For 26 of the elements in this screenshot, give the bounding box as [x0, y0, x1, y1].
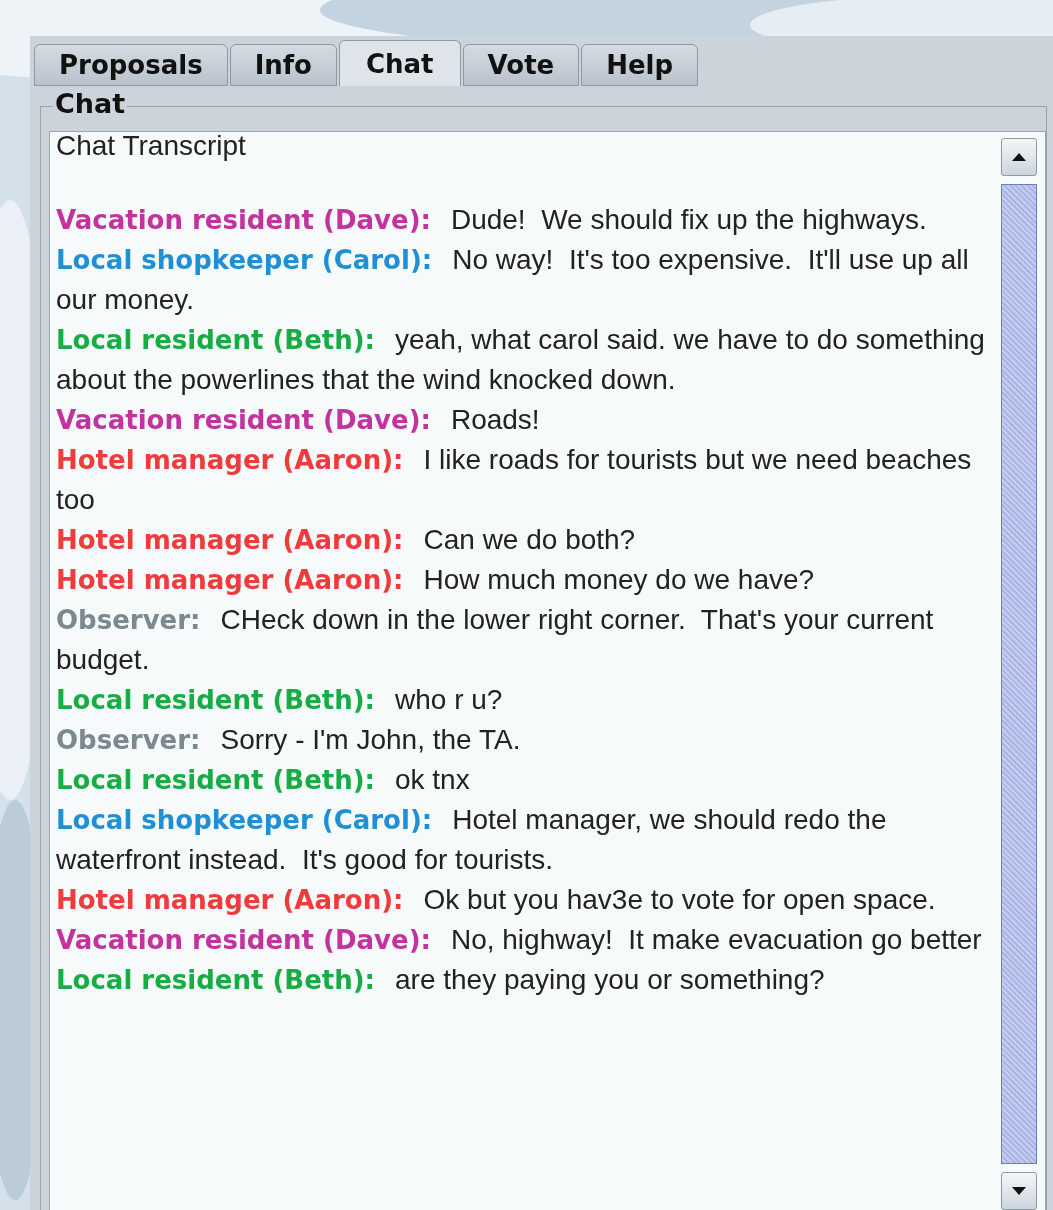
chat-message: Hotel manager (Aaron): Can we do both?: [56, 523, 637, 557]
chat-message: Local resident (Beth): who r u?: [56, 683, 504, 717]
scroll-thumb[interactable]: [1001, 184, 1037, 1164]
chat-message: Local shopkeeper (Carol): Hotel manager, we should redo the waterfront instead. It's good for tourists.: [56, 803, 888, 877]
chat-message: Hotel manager (Aaron): How much money do we have?: [56, 563, 816, 597]
chat-message: Hotel manager (Aaron): I like roads for tourists but we need beaches too: [56, 443, 973, 517]
chat-message: Vacation resident (Dave): No, highway! It make evacuation go better: [56, 923, 983, 957]
tab[interactable]: Help: [581, 44, 699, 86]
tab[interactable]: Proposals: [34, 44, 228, 86]
chat-message: Local resident (Beth): are they paying you or something?: [56, 963, 826, 997]
scroll-up-button[interactable]: [1001, 138, 1037, 176]
chat-message: Vacation resident (Dave): Dude! We should fix up the highways.: [56, 203, 928, 237]
chat-message: Vacation resident (Dave): Roads!: [56, 403, 541, 437]
chat-message: Local resident (Beth): ok tnx: [56, 763, 471, 797]
chat-message: Observer: Sorry - I'm John, the TA.: [56, 723, 522, 757]
transcript-title: Chat Transcript: [56, 130, 246, 161]
up-arrow-icon: [1012, 153, 1026, 161]
chat-message: Local resident (Beth): yeah, what carol said. we have to do something about the powerlines that the wind knocked down.: [56, 323, 986, 397]
tab[interactable]: Chat: [339, 40, 461, 86]
tab[interactable]: Vote: [462, 44, 580, 86]
scroll-down-button[interactable]: [1001, 1172, 1037, 1210]
chat-message: Hotel manager (Aaron): Ok but you hav3e to vote for open space.: [56, 883, 937, 917]
chat-message: Local shopkeeper (Carol): No way! It's too expensive. It'll use up all our money.: [56, 243, 970, 317]
down-arrow-icon: [1012, 1187, 1026, 1195]
tab[interactable]: Info: [229, 44, 337, 86]
chat-message: Observer: CHeck down in the lower right corner. That's your current budget.: [56, 603, 935, 677]
